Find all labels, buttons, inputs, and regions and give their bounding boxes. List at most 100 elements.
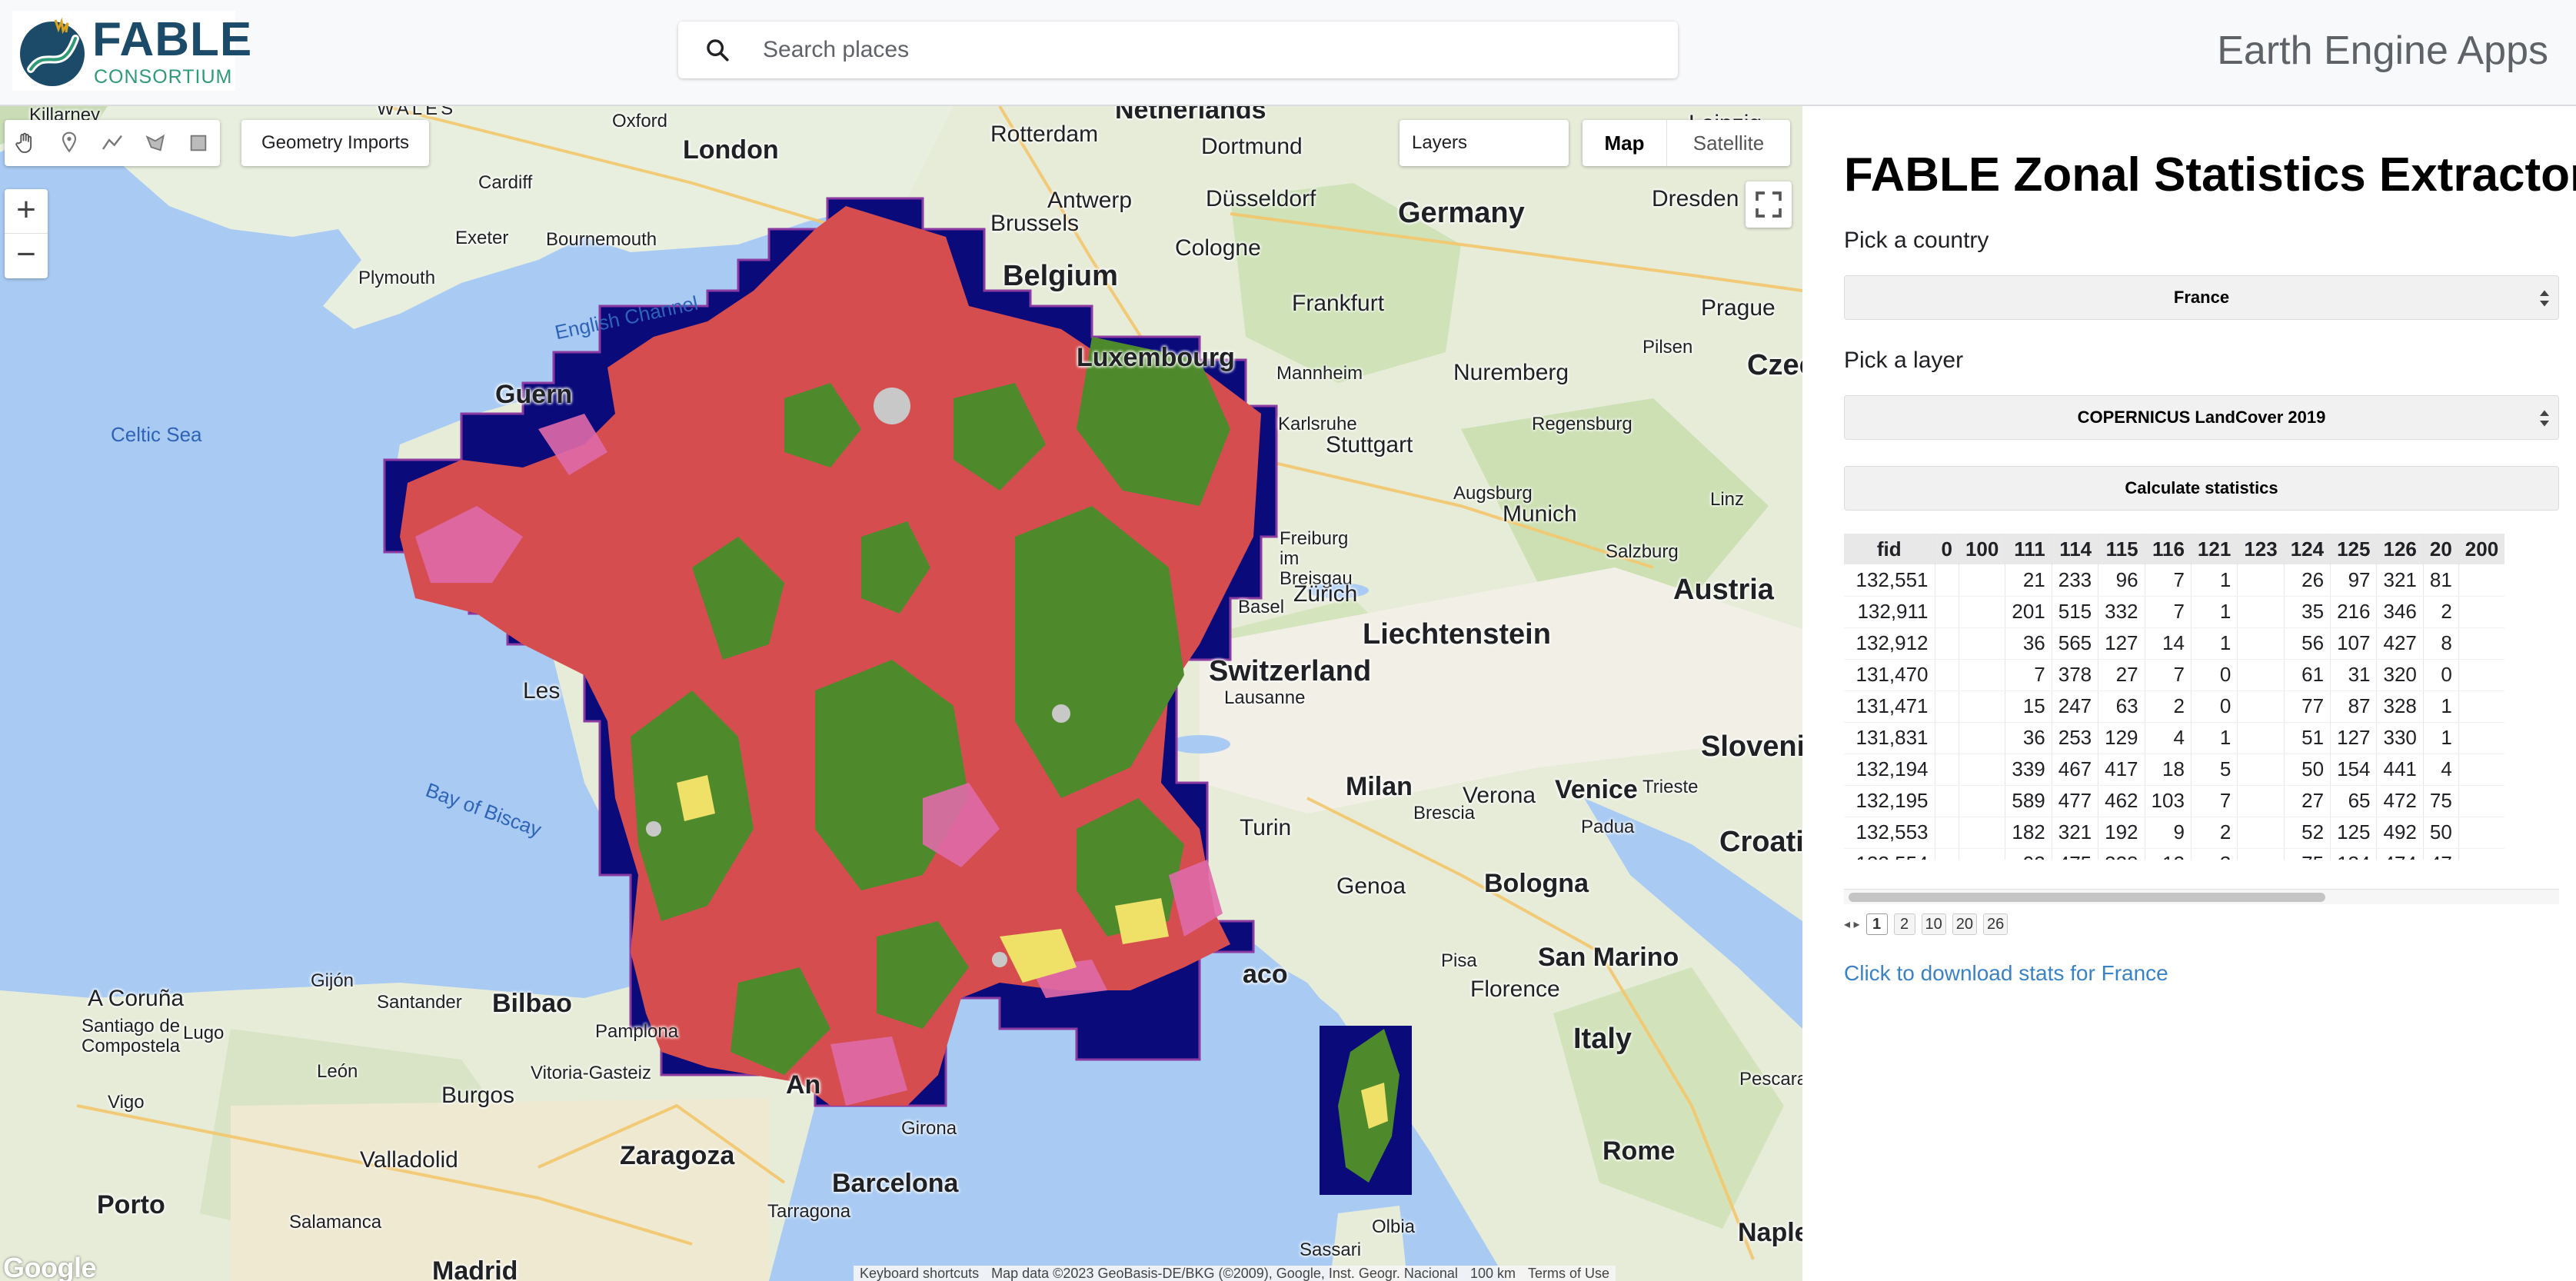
table-cell: 1 — [2422, 690, 2459, 723]
table-cell — [2458, 785, 2505, 817]
table-cell: 475 — [2051, 848, 2098, 860]
table-cell: 339 — [2005, 754, 2052, 786]
page-button[interactable]: 26 — [1983, 913, 2009, 935]
layers-button[interactable]: Layers — [1399, 120, 1569, 166]
column-header[interactable]: 116 — [2144, 534, 2192, 564]
search-input[interactable] — [763, 29, 1647, 71]
map-label-san-marino: San Marino — [1538, 943, 1679, 972]
table-cell — [2458, 627, 2505, 660]
table-cell-fid: 131,471 — [1844, 690, 1935, 723]
map-label-a-coruna: A Coruña — [88, 986, 185, 1011]
table-cell: 107 — [2330, 627, 2377, 660]
geometry-imports-button[interactable]: Geometry Imports — [241, 120, 430, 166]
table-cell — [1934, 564, 1959, 597]
draw-polygon-tool[interactable] — [134, 120, 177, 166]
table-horizontal-scrollbar[interactable] — [1844, 889, 2559, 904]
table-cell: 346 — [2376, 596, 2424, 628]
map-label-linz: Linz — [1710, 489, 1745, 510]
column-header[interactable]: 124 — [2283, 534, 2331, 564]
page-button[interactable]: 20 — [1952, 913, 1978, 935]
column-header[interactable]: 100 — [1958, 534, 2005, 564]
map-label-trieste: Trieste — [1642, 777, 1699, 797]
top-bar: FABLE CONSORTIUM Earth Engine Apps — [0, 0, 2576, 106]
calculate-statistics-button[interactable]: Calculate statistics — [1844, 466, 2559, 511]
table-cell: 474 — [2376, 848, 2424, 860]
table-row: 132,194 339 467 417 18 5 50 154 441 4 — [1844, 754, 2505, 786]
map-label-rotterdam: Rotterdam — [990, 121, 1099, 147]
map-label-olbia: Olbia — [1372, 1216, 1416, 1237]
table-cell: 61 — [2283, 659, 2331, 691]
map-label-valladolid: Valladolid — [360, 1147, 458, 1173]
zoom-out-button[interactable]: − — [5, 234, 48, 278]
table-cell: 0 — [2422, 659, 2459, 691]
table-cell: 477 — [2051, 785, 2098, 817]
column-header[interactable]: 121 — [2190, 534, 2238, 564]
column-header[interactable]: 111 — [2005, 534, 2052, 564]
map-type-map-button[interactable]: Map — [1583, 120, 1667, 166]
table-cell: 63 — [2098, 690, 2145, 723]
table-cell: 321 — [2051, 817, 2098, 849]
map-label-lausanne: Lausanne — [1224, 687, 1306, 708]
download-stats-link[interactable]: Click to download stats for France — [1844, 961, 2168, 986]
pager-arrows-icon[interactable]: ◂ ▸ — [1844, 917, 1860, 932]
map-label-frankfurt: Frankfurt — [1292, 291, 1385, 316]
map-type-satellite-button[interactable]: Satellite — [1667, 120, 1790, 166]
table-cell: 320 — [2376, 659, 2424, 691]
page-button[interactable]: 1 — [1865, 913, 1888, 935]
fable-logo: FABLE CONSORTIUM — [12, 11, 251, 91]
table-row: 132,195 589 477 462 103 7 27 65 472 75 — [1844, 785, 2505, 817]
search-box[interactable] — [678, 22, 1678, 78]
draw-rectangle-tool[interactable] — [177, 120, 220, 166]
table-cell: 321 — [2376, 564, 2424, 597]
google-logo: Google — [3, 1252, 97, 1281]
pan-hand-tool[interactable] — [5, 120, 48, 166]
map-type-toggle: Map Satellite — [1583, 120, 1790, 166]
table-cell: 47 — [2422, 848, 2459, 860]
table-cell — [1958, 722, 2005, 754]
table-cell: 36 — [2005, 627, 2052, 660]
map-canvas[interactable]: Killarney WALES Oxford London Cardiff Ex… — [0, 106, 1802, 1281]
keyboard-shortcuts-link[interactable]: Keyboard shortcuts — [860, 1266, 979, 1281]
map-label-lugo: Lugo — [183, 1023, 225, 1043]
scale-bar[interactable]: 100 km — [1470, 1266, 1516, 1281]
map-label-germany: Germany — [1398, 197, 1525, 229]
column-header[interactable]: 20 — [2422, 534, 2459, 564]
table-cell — [2237, 848, 2285, 860]
layer-select[interactable]: COPERNICUS LandCover 2019 — [1844, 395, 2559, 440]
table-cell: 328 — [2376, 690, 2424, 723]
table-cell — [1934, 659, 1959, 691]
column-header[interactable]: 123 — [2237, 534, 2285, 564]
terms-of-use-link[interactable]: Terms of Use — [1528, 1266, 1609, 1281]
scrollbar-thumb[interactable] — [1849, 893, 2325, 902]
map-label-porto: Porto — [97, 1190, 165, 1219]
table-cell — [2237, 564, 2285, 597]
draw-line-tool[interactable] — [91, 120, 134, 166]
table-cell-fid: 132,912 — [1844, 627, 1935, 660]
zoom-in-button[interactable]: + — [5, 189, 48, 234]
table-cell: 125 — [2330, 817, 2377, 849]
table-row: 132,554 92475328123 7513447447 — [1844, 848, 2505, 860]
map-label-brescia: Brescia — [1413, 803, 1476, 824]
column-header[interactable]: fid — [1844, 534, 1935, 564]
column-header[interactable]: 125 — [2330, 534, 2377, 564]
add-marker-tool[interactable] — [48, 120, 91, 166]
column-header[interactable]: 200 — [2458, 534, 2505, 564]
table-row: 132,553 182 321 192 9 2 52 125 492 50 — [1844, 817, 2505, 849]
column-header[interactable]: 126 — [2376, 534, 2424, 564]
column-header[interactable]: 115 — [2098, 534, 2145, 564]
table-cell: 31 — [2330, 659, 2377, 691]
map-label-barcelona: Barcelona — [832, 1169, 959, 1198]
table-cell: 7 — [2005, 659, 2052, 691]
table-cell: 5 — [2190, 754, 2238, 786]
page-button[interactable]: 10 — [1921, 913, 1946, 935]
country-select[interactable]: France — [1844, 275, 2559, 320]
table-row: 132,912 36 565 127 14 1 56 107 427 8 — [1844, 627, 2505, 660]
column-header[interactable]: 0 — [1934, 534, 1959, 564]
table-cell-fid: 132,195 — [1844, 785, 1935, 817]
fullscreen-button[interactable] — [1746, 181, 1792, 228]
page-button[interactable]: 2 — [1893, 913, 1915, 935]
earth-engine-apps-title[interactable]: Earth Engine Apps — [2217, 28, 2548, 74]
map-label-monaco: aco — [1243, 960, 1288, 989]
table-cell: 51 — [2283, 722, 2331, 754]
column-header[interactable]: 114 — [2051, 534, 2098, 564]
